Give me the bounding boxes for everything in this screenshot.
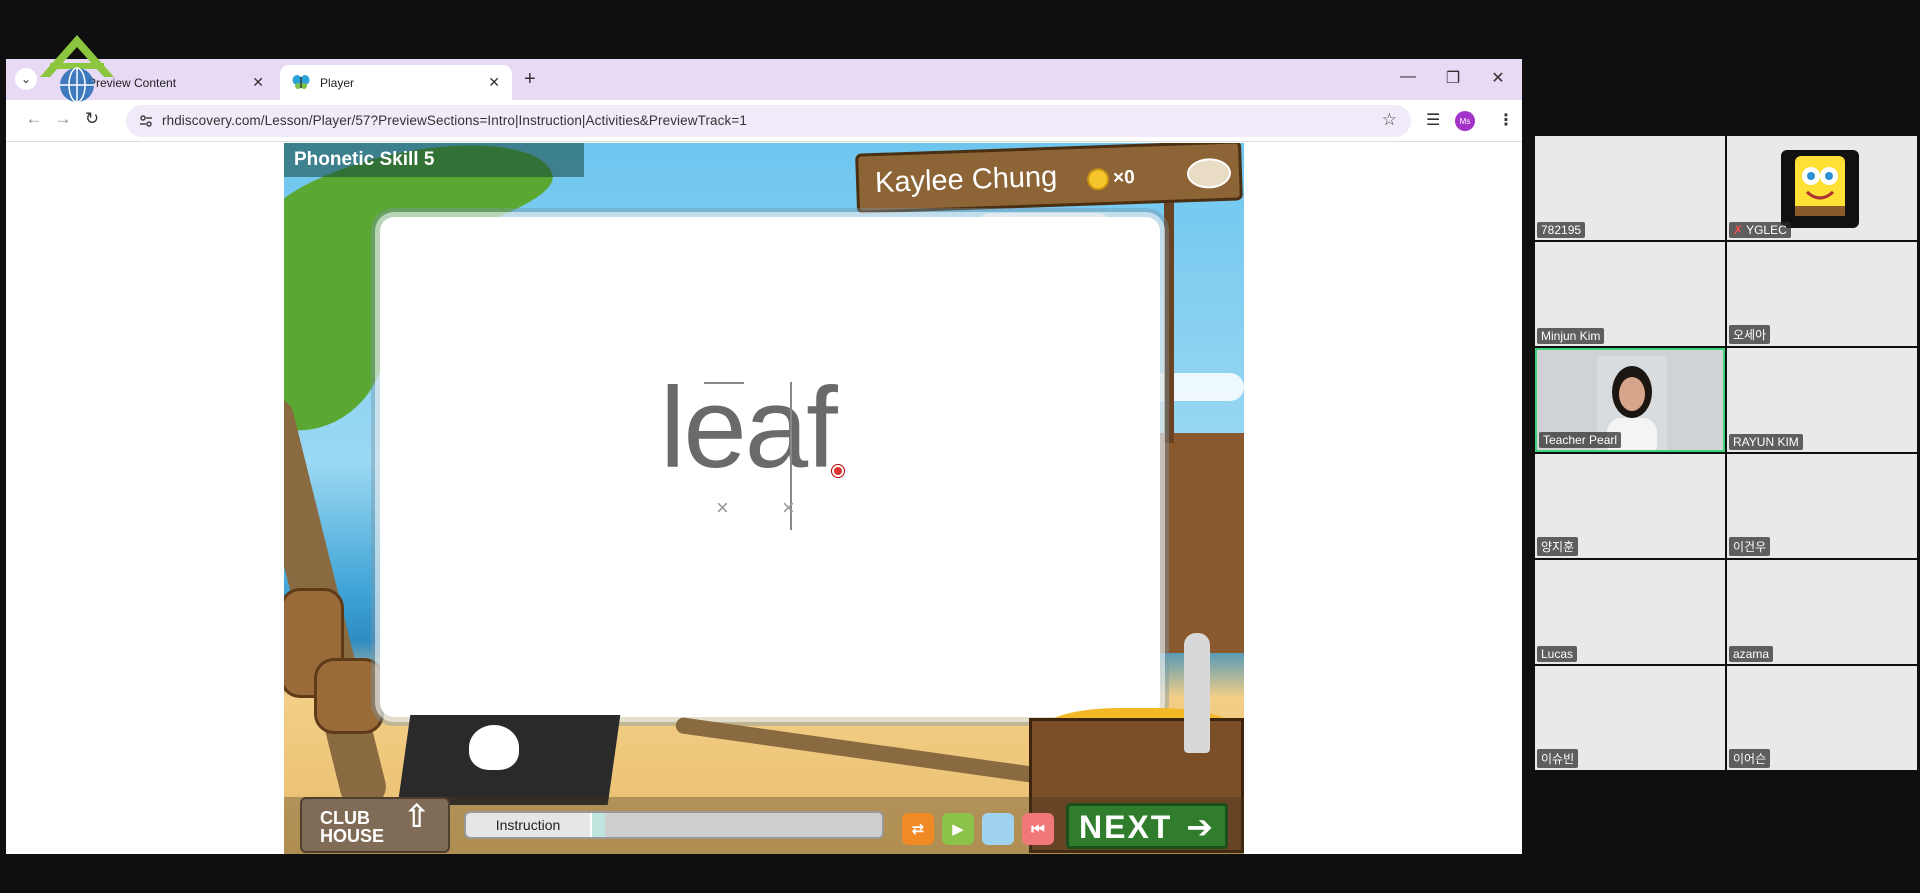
address-bar[interactable]: rhdiscovery.com/Lesson/Player/57?Preview… bbox=[126, 105, 1411, 137]
arrow-right-icon: ➔ bbox=[1186, 809, 1215, 845]
reload-button[interactable]: ↻ bbox=[80, 109, 104, 129]
browser-toolbar: ← → ↻ rhdiscovery.com/Lesson/Player/57?P… bbox=[6, 100, 1522, 142]
school-logo bbox=[40, 35, 114, 103]
participant-tile[interactable]: ✗ YGLEC bbox=[1727, 136, 1917, 240]
site-info-icon[interactable] bbox=[138, 113, 154, 129]
participant-name: ✗ YGLEC bbox=[1729, 222, 1791, 238]
arrow-up-icon: ⇧ bbox=[403, 798, 430, 834]
participant-name: 782195 bbox=[1537, 222, 1586, 238]
restore-icon: ❐ bbox=[1445, 70, 1461, 87]
minimize-icon: — bbox=[1400, 68, 1416, 85]
skull-icon bbox=[469, 725, 519, 770]
skip-back-icon: ⏮ bbox=[1031, 820, 1045, 838]
chevron-down-icon: ⌄ bbox=[20, 72, 32, 86]
media-control-icon[interactable]: ☰ bbox=[1426, 110, 1440, 130]
barrel bbox=[314, 658, 384, 734]
participant-tile[interactable]: RAYUN KIM bbox=[1727, 348, 1917, 452]
repeat-icon: ⇄ bbox=[911, 821, 925, 838]
tab-player[interactable]: Player ✕ bbox=[280, 65, 512, 100]
participant-name: Teacher Pearl bbox=[1539, 432, 1622, 448]
play-icon: ▶ bbox=[952, 821, 964, 838]
reload-icon: ↻ bbox=[84, 109, 100, 128]
progress-fill bbox=[590, 813, 605, 837]
participant-tile[interactable]: 782195 bbox=[1535, 136, 1725, 240]
participant-tile-active-speaker[interactable]: Teacher Pearl bbox=[1535, 348, 1725, 452]
new-tab-button[interactable]: + bbox=[524, 68, 536, 90]
participant-tile[interactable]: 이건우 bbox=[1727, 454, 1917, 558]
coin-count: ×0 bbox=[1112, 167, 1136, 189]
plus-icon: + bbox=[524, 68, 536, 90]
mouse-cursor-highlight bbox=[832, 465, 844, 477]
ship-mast bbox=[1164, 173, 1174, 443]
participant-name: 이어슨 bbox=[1729, 749, 1771, 768]
close-icon[interactable]: ✕ bbox=[488, 74, 500, 91]
sword bbox=[1184, 633, 1210, 753]
student-name: Kaylee Chung bbox=[874, 160, 1058, 200]
skill-title: Phonetic Skill 5 bbox=[284, 143, 584, 177]
repeat-button[interactable]: ⇄ bbox=[902, 813, 934, 845]
bookmark-star-icon[interactable]: ☆ bbox=[1382, 110, 1397, 130]
tab-search-button[interactable]: ⌄ bbox=[15, 68, 37, 90]
minimize-button[interactable]: — bbox=[1393, 68, 1423, 86]
coin-icon bbox=[1086, 167, 1110, 191]
next-button[interactable]: NEXT ➔ bbox=[1066, 803, 1228, 849]
participant-name: RAYUN KIM bbox=[1729, 434, 1803, 450]
close-icon[interactable]: ✕ bbox=[252, 74, 264, 91]
progress-section-label: Instruction bbox=[466, 813, 590, 837]
student-name-plank: Kaylee Chung ×0 bbox=[855, 143, 1243, 214]
close-icon: ✕ bbox=[1491, 70, 1505, 87]
video-participants-panel: 782195 ✗ YGLEC Minjun Kim 오세아 Teacher Pea… bbox=[1535, 136, 1920, 776]
profile-avatar[interactable]: Ms bbox=[1455, 111, 1475, 131]
participant-name: Minjun Kim bbox=[1537, 328, 1605, 344]
pirate-ship bbox=[1150, 433, 1244, 653]
participant-tile[interactable]: Minjun Kim bbox=[1535, 242, 1725, 346]
lesson-player: Phonetic Skill 5 Kaylee Chung ×0 leaf × … bbox=[284, 143, 1244, 854]
map-icon[interactable] bbox=[1186, 157, 1232, 190]
spongebob-avatar bbox=[1781, 150, 1859, 228]
silent-mark: × bbox=[716, 495, 729, 520]
restore-button[interactable]: ❐ bbox=[1438, 68, 1468, 88]
clubhouse-button[interactable]: CLUB HOUSE ⇧ bbox=[300, 797, 450, 853]
rewind-button[interactable]: ⏮ bbox=[1022, 813, 1054, 845]
participant-name: Lucas bbox=[1537, 646, 1578, 662]
butterfly-icon bbox=[292, 75, 310, 89]
silent-mark: × bbox=[782, 495, 795, 520]
back-button[interactable]: ← bbox=[22, 109, 46, 129]
tab-strip: ⌄ Preview Content ✕ Player ✕ + — ❐ ✕ bbox=[6, 59, 1522, 100]
arrow-right-icon: → bbox=[54, 109, 72, 128]
more-menu-icon[interactable]: ⋮ bbox=[1498, 110, 1514, 130]
play-button[interactable]: ▶ bbox=[942, 813, 974, 845]
participant-name: 오세아 bbox=[1729, 325, 1771, 344]
forward-button[interactable]: → bbox=[51, 109, 75, 129]
participant-name: 이건우 bbox=[1729, 537, 1771, 556]
participant-tile[interactable]: 오세아 bbox=[1727, 242, 1917, 346]
participant-tile[interactable]: 이어슨 bbox=[1727, 666, 1917, 770]
oar bbox=[674, 716, 1054, 786]
participant-name: azama bbox=[1729, 646, 1774, 662]
blank-control-button[interactable] bbox=[982, 813, 1014, 845]
participant-tile[interactable]: azama bbox=[1727, 560, 1917, 664]
participant-name: 이슈빈 bbox=[1537, 749, 1579, 768]
browser-window: ⌄ Preview Content ✕ Player ✕ + — ❐ ✕ ← →… bbox=[6, 59, 1522, 854]
close-window-button[interactable]: ✕ bbox=[1483, 68, 1513, 88]
word-card: leaf × × bbox=[380, 217, 1160, 717]
tab-title: Player bbox=[320, 75, 355, 90]
phonics-word: leaf bbox=[660, 365, 838, 492]
lesson-progress-bar: Instruction bbox=[464, 811, 884, 839]
arrow-left-icon: ← bbox=[25, 109, 43, 128]
participant-tile[interactable]: 이슈빈 bbox=[1535, 666, 1725, 770]
participant-tile[interactable]: Lucas bbox=[1535, 560, 1725, 664]
participant-name: 양지훈 bbox=[1537, 537, 1579, 556]
url-text: rhdiscovery.com/Lesson/Player/57?Preview… bbox=[162, 113, 747, 128]
participant-tile[interactable]: 양지훈 bbox=[1535, 454, 1725, 558]
mic-off-icon: ✗ bbox=[1733, 223, 1744, 237]
